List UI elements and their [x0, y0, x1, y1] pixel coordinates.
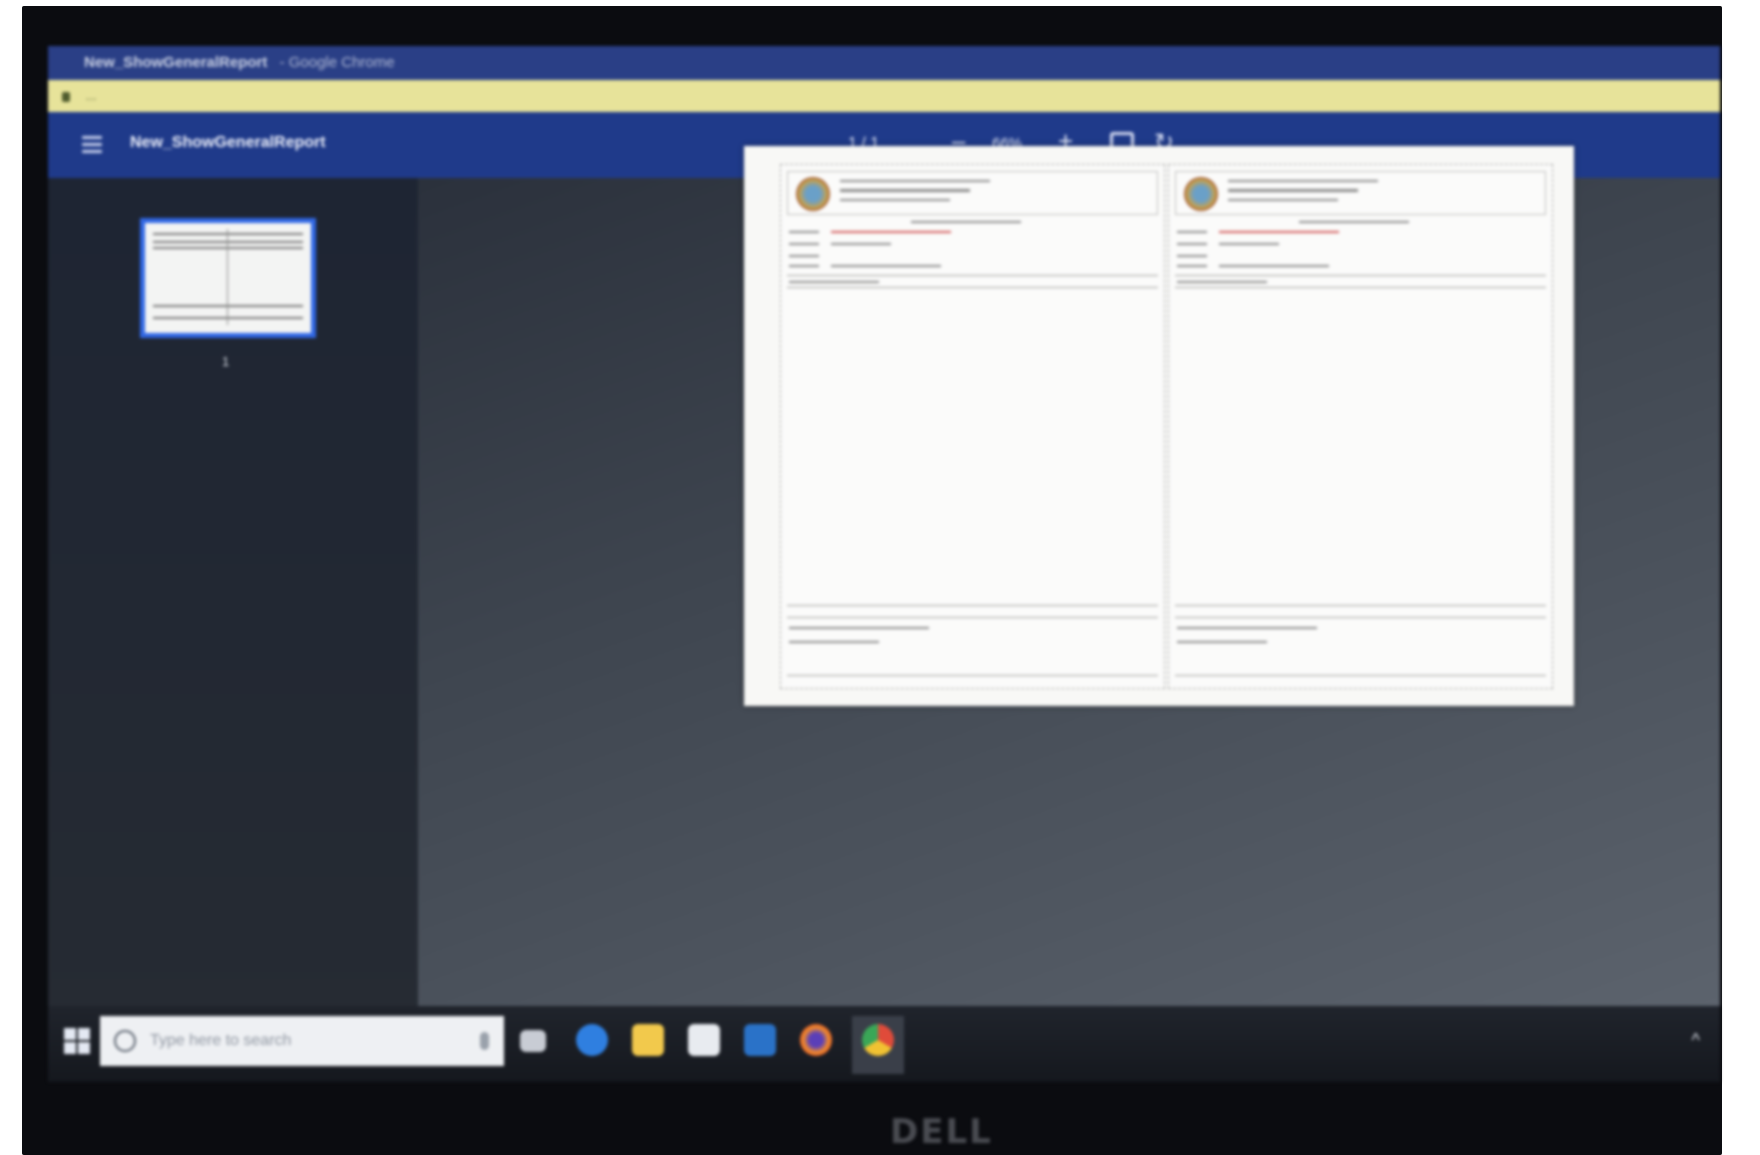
mail-icon[interactable] [744, 1024, 776, 1056]
chrome-logo-icon [862, 1024, 894, 1056]
thumbnail-sidebar: 1 [48, 178, 418, 1006]
monitor-brand-logo: DELL [890, 1112, 993, 1152]
store-icon[interactable] [688, 1024, 720, 1056]
window-title: New_ShowGeneralReport [84, 54, 268, 71]
document-name: New_ShowGeneralReport [130, 134, 326, 151]
edge-icon[interactable] [576, 1024, 608, 1056]
report-copy-right [1168, 164, 1553, 689]
page-thumbnail[interactable] [140, 218, 316, 338]
file-explorer-icon[interactable] [632, 1024, 664, 1056]
firefox-icon[interactable] [800, 1024, 832, 1056]
lock-icon [62, 91, 70, 102]
address-url: ... [85, 88, 97, 103]
tray-chevron-icon[interactable]: ^ [1692, 1030, 1700, 1051]
address-bar[interactable]: ... [48, 80, 1720, 112]
start-icon[interactable] [64, 1028, 90, 1054]
taskbar-search-input[interactable]: Type here to search [100, 1016, 504, 1066]
report-copy-left [780, 164, 1165, 689]
task-view-icon[interactable] [520, 1030, 546, 1052]
microphone-icon[interactable] [480, 1032, 489, 1050]
thumbnail-page-number: 1 [222, 354, 230, 369]
taskbar: Type here to search ^ [48, 1006, 1720, 1082]
search-icon [114, 1030, 136, 1052]
report-header [1175, 171, 1546, 215]
pdf-page [744, 146, 1574, 706]
report-header [787, 171, 1158, 215]
monitor-bezel: New_ShowGeneralReport - Google Chrome ..… [22, 6, 1722, 1155]
emblem-logo [1184, 177, 1218, 211]
emblem-logo [796, 177, 830, 211]
menu-icon[interactable] [82, 136, 102, 153]
window-app-name: - Google Chrome [279, 54, 395, 71]
browser-titlebar[interactable]: New_ShowGeneralReport - Google Chrome [48, 46, 1720, 80]
screen: New_ShowGeneralReport - Google Chrome ..… [48, 46, 1720, 1082]
